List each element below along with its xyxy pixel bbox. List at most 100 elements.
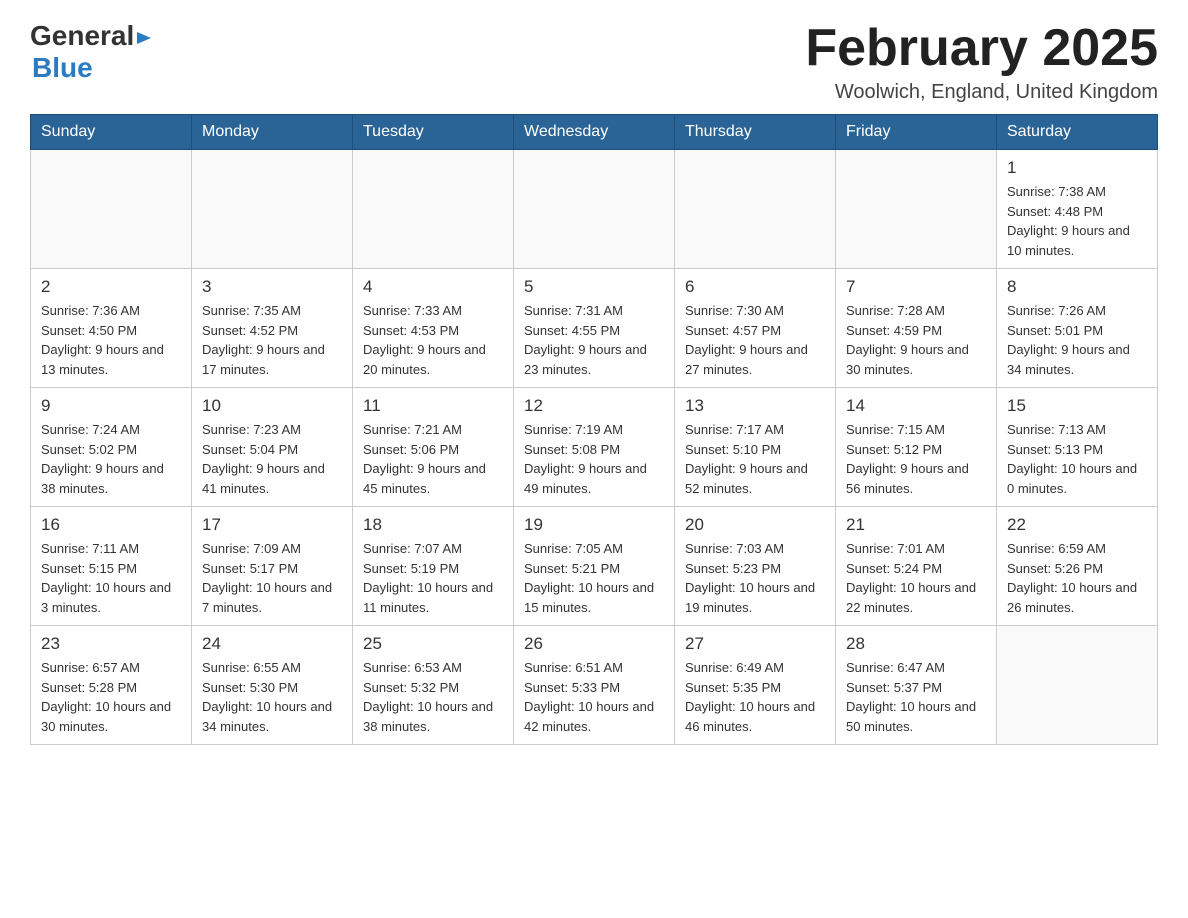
calendar-day (514, 150, 675, 269)
day-number: 28 (846, 634, 986, 654)
day-number: 3 (202, 277, 342, 297)
calendar-day: 14 Sunrise: 7:15 AMSunset: 5:12 PMDayligh… (836, 388, 997, 507)
day-number: 2 (41, 277, 181, 297)
calendar-week-3: 9 Sunrise: 7:24 AMSunset: 5:02 PMDaylight… (31, 388, 1158, 507)
calendar-day (836, 150, 997, 269)
calendar-day (192, 150, 353, 269)
calendar-day (997, 626, 1158, 745)
calendar-day: 16 Sunrise: 7:11 AMSunset: 5:15 PMDayligh… (31, 507, 192, 626)
day-info: Sunrise: 7:24 AMSunset: 5:02 PMDaylight:… (41, 420, 181, 498)
day-info: Sunrise: 6:59 AMSunset: 5:26 PMDaylight:… (1007, 539, 1147, 617)
day-number: 16 (41, 515, 181, 535)
day-number: 13 (685, 396, 825, 416)
calendar-week-5: 23 Sunrise: 6:57 AMSunset: 5:28 PMDayligh… (31, 626, 1158, 745)
day-header-wednesday: Wednesday (514, 115, 675, 150)
day-number: 27 (685, 634, 825, 654)
calendar-table: SundayMondayTuesdayWednesdayThursdayFrid… (30, 114, 1158, 745)
calendar-day: 9 Sunrise: 7:24 AMSunset: 5:02 PMDaylight… (31, 388, 192, 507)
day-number: 5 (524, 277, 664, 297)
day-number: 24 (202, 634, 342, 654)
day-number: 25 (363, 634, 503, 654)
calendar-day: 21 Sunrise: 7:01 AMSunset: 5:24 PMDayligh… (836, 507, 997, 626)
calendar-week-4: 16 Sunrise: 7:11 AMSunset: 5:15 PMDayligh… (31, 507, 1158, 626)
day-header-monday: Monday (192, 115, 353, 150)
day-number: 23 (41, 634, 181, 654)
calendar-day: 24 Sunrise: 6:55 AMSunset: 5:30 PMDayligh… (192, 626, 353, 745)
day-info: Sunrise: 6:51 AMSunset: 5:33 PMDaylight:… (524, 658, 664, 736)
day-number: 1 (1007, 158, 1147, 178)
logo: General Blue (30, 20, 153, 84)
calendar-day: 12 Sunrise: 7:19 AMSunset: 5:08 PMDayligh… (514, 388, 675, 507)
calendar-day: 17 Sunrise: 7:09 AMSunset: 5:17 PMDayligh… (192, 507, 353, 626)
day-info: Sunrise: 7:19 AMSunset: 5:08 PMDaylight:… (524, 420, 664, 498)
day-header-sunday: Sunday (31, 115, 192, 150)
day-header-thursday: Thursday (675, 115, 836, 150)
logo-arrow-icon (137, 30, 153, 51)
calendar-day: 20 Sunrise: 7:03 AMSunset: 5:23 PMDayligh… (675, 507, 836, 626)
day-number: 8 (1007, 277, 1147, 297)
calendar-day: 27 Sunrise: 6:49 AMSunset: 5:35 PMDayligh… (675, 626, 836, 745)
day-info: Sunrise: 7:11 AMSunset: 5:15 PMDaylight:… (41, 539, 181, 617)
day-number: 10 (202, 396, 342, 416)
day-number: 6 (685, 277, 825, 297)
day-number: 9 (41, 396, 181, 416)
day-header-friday: Friday (836, 115, 997, 150)
day-number: 4 (363, 277, 503, 297)
day-number: 17 (202, 515, 342, 535)
calendar-day: 3 Sunrise: 7:35 AMSunset: 4:52 PMDaylight… (192, 269, 353, 388)
day-info: Sunrise: 7:38 AMSunset: 4:48 PMDaylight:… (1007, 182, 1147, 260)
day-number: 22 (1007, 515, 1147, 535)
day-info: Sunrise: 7:07 AMSunset: 5:19 PMDaylight:… (363, 539, 503, 617)
calendar-day: 6 Sunrise: 7:30 AMSunset: 4:57 PMDaylight… (675, 269, 836, 388)
day-info: Sunrise: 7:35 AMSunset: 4:52 PMDaylight:… (202, 301, 342, 379)
day-info: Sunrise: 7:13 AMSunset: 5:13 PMDaylight:… (1007, 420, 1147, 498)
calendar-day: 18Sunrise: 7:07 AMSunset: 5:19 PMDayligh… (353, 507, 514, 626)
day-info: Sunrise: 7:15 AMSunset: 5:12 PMDaylight:… (846, 420, 986, 498)
day-number: 21 (846, 515, 986, 535)
calendar-day: 8 Sunrise: 7:26 AMSunset: 5:01 PMDaylight… (997, 269, 1158, 388)
calendar-day (353, 150, 514, 269)
day-info: Sunrise: 6:57 AMSunset: 5:28 PMDaylight:… (41, 658, 181, 736)
day-number: 20 (685, 515, 825, 535)
calendar-day: 15Sunrise: 7:13 AMSunset: 5:13 PMDayligh… (997, 388, 1158, 507)
calendar-day (31, 150, 192, 269)
day-number: 11 (363, 396, 503, 416)
calendar-week-2: 2 Sunrise: 7:36 AMSunset: 4:50 PMDaylight… (31, 269, 1158, 388)
logo-blue-text: Blue (32, 52, 93, 84)
month-title: February 2025 (805, 20, 1158, 77)
day-number: 19 (524, 515, 664, 535)
day-info: Sunrise: 7:09 AMSunset: 5:17 PMDaylight:… (202, 539, 342, 617)
day-header-tuesday: Tuesday (353, 115, 514, 150)
day-info: Sunrise: 7:05 AMSunset: 5:21 PMDaylight:… (524, 539, 664, 617)
day-info: Sunrise: 7:36 AMSunset: 4:50 PMDaylight:… (41, 301, 181, 379)
calendar-day: 4 Sunrise: 7:33 AMSunset: 4:53 PMDaylight… (353, 269, 514, 388)
day-number: 26 (524, 634, 664, 654)
calendar-header-row: SundayMondayTuesdayWednesdayThursdayFrid… (31, 115, 1158, 150)
calendar-day: 10 Sunrise: 7:23 AMSunset: 5:04 PMDayligh… (192, 388, 353, 507)
day-number: 12 (524, 396, 664, 416)
day-info: Sunrise: 7:31 AMSunset: 4:55 PMDaylight:… (524, 301, 664, 379)
day-info: Sunrise: 6:53 AMSunset: 5:32 PMDaylight:… (363, 658, 503, 736)
day-info: Sunrise: 6:49 AMSunset: 5:35 PMDaylight:… (685, 658, 825, 736)
calendar-day (675, 150, 836, 269)
day-info: Sunrise: 7:26 AMSunset: 5:01 PMDaylight:… (1007, 301, 1147, 379)
calendar-day: 7Sunrise: 7:28 AMSunset: 4:59 PMDaylight… (836, 269, 997, 388)
day-info: Sunrise: 7:21 AMSunset: 5:06 PMDaylight:… (363, 420, 503, 498)
day-info: Sunrise: 6:55 AMSunset: 5:30 PMDaylight:… (202, 658, 342, 736)
calendar-day: 28Sunrise: 6:47 AMSunset: 5:37 PMDayligh… (836, 626, 997, 745)
day-info: Sunrise: 7:33 AMSunset: 4:53 PMDaylight:… (363, 301, 503, 379)
calendar-week-1: 1 Sunrise: 7:38 AMSunset: 4:48 PMDaylight… (31, 150, 1158, 269)
day-info: Sunrise: 7:01 AMSunset: 5:24 PMDaylight:… (846, 539, 986, 617)
page-header: General Blue February 2025 Woolwich, Eng… (30, 20, 1158, 104)
calendar-day: 2 Sunrise: 7:36 AMSunset: 4:50 PMDaylight… (31, 269, 192, 388)
calendar-day: 23 Sunrise: 6:57 AMSunset: 5:28 PMDayligh… (31, 626, 192, 745)
location-text: Woolwich, England, United Kingdom (805, 81, 1158, 104)
day-number: 14 (846, 396, 986, 416)
calendar-day: 13 Sunrise: 7:17 AMSunset: 5:10 PMDayligh… (675, 388, 836, 507)
day-info: Sunrise: 7:17 AMSunset: 5:10 PMDaylight:… (685, 420, 825, 498)
day-header-saturday: Saturday (997, 115, 1158, 150)
day-info: Sunrise: 7:30 AMSunset: 4:57 PMDaylight:… (685, 301, 825, 379)
calendar-day: 5 Sunrise: 7:31 AMSunset: 4:55 PMDaylight… (514, 269, 675, 388)
day-info: Sunrise: 7:03 AMSunset: 5:23 PMDaylight:… (685, 539, 825, 617)
day-info: Sunrise: 7:23 AMSunset: 5:04 PMDaylight:… (202, 420, 342, 498)
